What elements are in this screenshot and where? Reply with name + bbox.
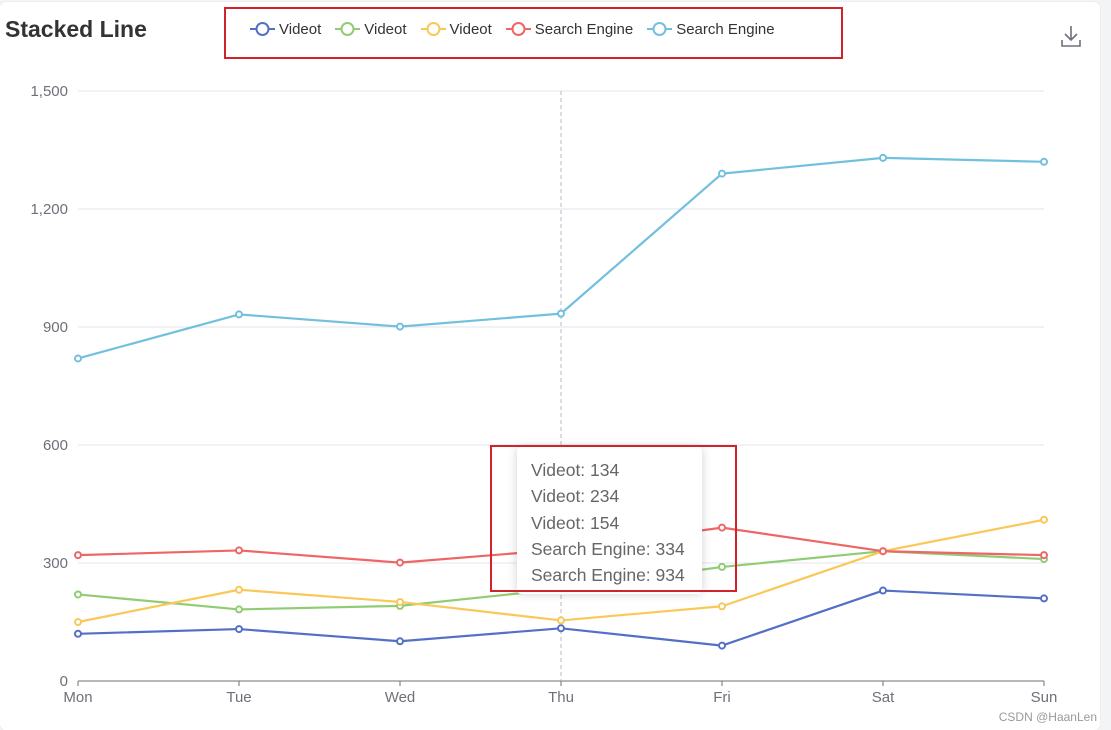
y-tick-label: 1,500 (30, 83, 68, 100)
data-point (557, 624, 565, 633)
watermark: CSDN @HaanLen (998, 710, 1097, 724)
data-point (396, 322, 404, 331)
data-point (879, 153, 887, 162)
data-point (74, 551, 82, 560)
data-point (879, 547, 887, 556)
data-point (74, 618, 82, 626)
data-point (235, 625, 243, 634)
data-point (1040, 157, 1048, 166)
data-point (718, 641, 726, 650)
data-point (235, 546, 243, 555)
data-point (396, 637, 404, 646)
series-line (77, 156, 1045, 360)
x-tick-label: Thu (548, 689, 574, 706)
y-tick-label: 900 (43, 319, 68, 336)
data-point (557, 309, 565, 318)
tooltip-highlight-box (490, 445, 737, 592)
y-tick-label: 1,200 (30, 201, 68, 218)
data-point (1040, 515, 1048, 524)
data-point (235, 585, 243, 594)
data-point (718, 602, 726, 611)
y-tick-label: 600 (43, 437, 68, 454)
data-point (396, 597, 404, 606)
data-point (74, 590, 82, 599)
data-point (557, 616, 565, 625)
x-tick-label: Mon (63, 689, 92, 706)
data-point (1040, 551, 1048, 560)
y-tick-label: 0 (60, 673, 68, 690)
x-tick-label: Sat (872, 689, 895, 706)
x-tick-label: Fri (713, 689, 731, 706)
data-point (718, 169, 726, 178)
x-tick-label: Tue (226, 689, 251, 706)
data-point (235, 310, 243, 319)
data-point (879, 586, 887, 595)
data-point (1040, 594, 1048, 603)
data-point (235, 605, 243, 614)
x-tick-label: Wed (385, 689, 416, 706)
line-chart: 0 300 600 900 1,200 1,500 Mon Tue Wed Thu Fri Sat Su… (30, 83, 1057, 706)
data-point (396, 558, 404, 567)
axes: 0 300 600 900 1,200 1,500 Mon Tue Wed Thu Fri Sat Su… (30, 83, 1057, 706)
y-tick-label: 300 (43, 555, 68, 572)
x-tick-label: Sun (1031, 689, 1058, 706)
data-point (74, 629, 82, 638)
data-point (74, 354, 82, 363)
